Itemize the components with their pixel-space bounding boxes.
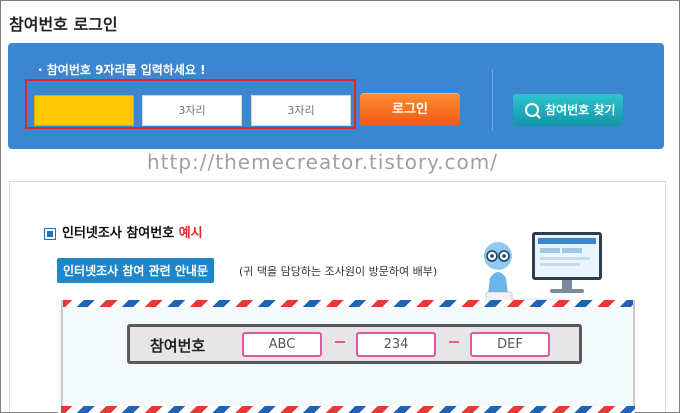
- example-number-label: 참여번호: [150, 337, 206, 355]
- envelope-border: [61, 300, 63, 413]
- guide-button[interactable]: 인터넷조사 참여 관련 안내문: [57, 258, 215, 283]
- login-instruction: · 참여번호 9자리를 입력하세요 !: [38, 63, 206, 77]
- watermark: http://themecreator.tistory.com/: [147, 150, 498, 174]
- example-title-text: 인터넷조사 참여번호: [62, 226, 175, 241]
- panel-divider: [492, 69, 493, 131]
- example-section: 인터넷조사 참여번호 예시 인터넷조사 참여 관련 안내문 (귀 댁을 담당하는…: [9, 181, 666, 413]
- example-part-2: 234: [356, 332, 436, 357]
- login-button[interactable]: 로그인: [360, 93, 460, 126]
- find-number-button[interactable]: 참여번호 찾기: [513, 94, 623, 126]
- guide-note: (귀 댁을 담당하는 조사원이 방문하여 배부): [239, 265, 438, 278]
- bullet-square-icon: [44, 227, 56, 240]
- example-dash: [335, 341, 345, 343]
- participation-number-field-3[interactable]: [251, 95, 351, 126]
- example-title-highlight: 예시: [178, 226, 203, 241]
- find-number-label: 참여번호 찾기: [545, 103, 616, 117]
- example-envelope: 참여번호 ABC 234 DEF: [58, 300, 635, 413]
- envelope-stripe: [61, 300, 635, 307]
- participation-number-example: 참여번호 ABC 234 DEF: [127, 324, 582, 364]
- example-title: 인터넷조사 참여번호 예시: [44, 222, 203, 241]
- participation-number-field-1[interactable]: [34, 95, 134, 126]
- example-dash: [449, 341, 459, 343]
- example-part-1: ABC: [242, 332, 322, 357]
- example-part-3: DEF: [470, 332, 550, 357]
- page-title: 참여번호 로그인: [9, 15, 118, 34]
- envelope-border: [633, 300, 635, 413]
- login-panel: · 참여번호 9자리를 입력하세요 ! 로그인 참여번호 찾기: [8, 43, 664, 149]
- envelope-stripe: [61, 406, 635, 413]
- search-icon: [525, 102, 539, 117]
- participation-number-field-2[interactable]: [142, 95, 242, 126]
